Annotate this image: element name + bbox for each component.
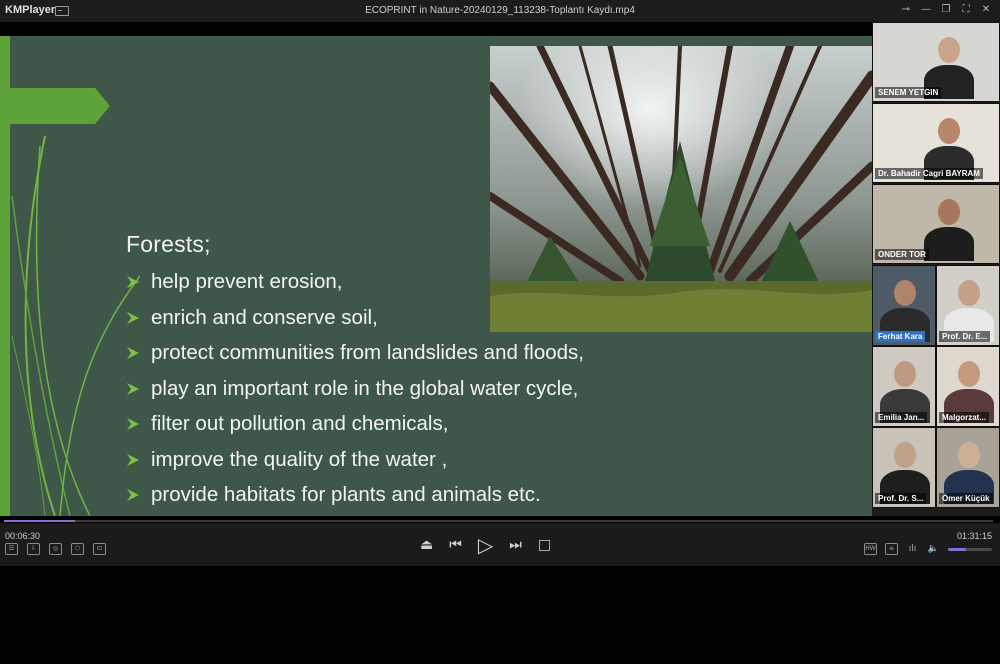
participant-tile[interactable]: SENEM YETGIN xyxy=(872,22,1000,102)
pin-icon[interactable]: ⊸ xyxy=(900,3,912,17)
restore-icon[interactable]: ❐ xyxy=(940,3,952,17)
arrow-bullet-icon xyxy=(127,276,139,288)
left-toolbar: ☰ ⇩ ◎ ⬡ ⊡ xyxy=(5,543,106,555)
bullet-text: enrich and conserve soil, xyxy=(151,305,378,329)
participant-tile[interactable]: Ferhat Kara xyxy=(872,265,936,346)
mini-player-icon[interactable] xyxy=(55,6,69,16)
control-bar: 00:06:30 01:31:15 ☰ ⇩ ◎ ⬡ ⊡ ⏏ ⏮ ▷ ⏭ □ HW ≡ ılı 🔈 xyxy=(0,523,1000,566)
right-toolbar: HW ≡ ılı 🔈 xyxy=(864,543,992,555)
arrow-bullet-icon xyxy=(127,382,139,395)
more-participants-peek xyxy=(872,510,1000,516)
playlist-icon[interactable]: ☰ xyxy=(5,543,18,555)
bullet-item: filter out pollution and chemicals, xyxy=(126,412,584,448)
close-icon[interactable]: ✕ xyxy=(980,3,992,17)
leaf-stroke-2 xyxy=(35,145,91,516)
play-button[interactable]: ▷ xyxy=(478,535,493,555)
seek-bar[interactable] xyxy=(4,520,993,522)
participant-tile[interactable]: Prof. Dr. S... xyxy=(872,427,936,508)
participant-name: Ömer Küçük xyxy=(939,493,993,504)
minimize-icon[interactable]: — xyxy=(920,3,932,17)
volume-icon[interactable]: 🔈 xyxy=(927,543,940,555)
stop-button[interactable]: □ xyxy=(538,535,551,555)
vr-icon[interactable]: ◎ xyxy=(49,543,62,555)
window-controls: ⊸ — ❐ ⛶ ✕ xyxy=(900,3,992,17)
participant-name: ONDER TOR xyxy=(875,249,929,260)
participant-tile[interactable]: ONDER TOR xyxy=(872,184,1000,264)
bullet-text: provide habitats for plants and animals … xyxy=(151,483,541,506)
arrow-bullet-icon xyxy=(127,489,139,501)
arrow-bullet-icon xyxy=(127,453,139,466)
forest-photo xyxy=(490,46,872,332)
equalizer-icon[interactable]: ılı xyxy=(906,543,919,555)
arrow-bullet-icon xyxy=(127,311,139,324)
file-title: ECOPRINT in Nature-20240129_113238-Topla… xyxy=(365,5,635,16)
fullscreen-icon[interactable]: ⛶ xyxy=(960,3,972,17)
title-bar: KMPlayer ECOPRINT in Nature-20240129_113… xyxy=(0,0,1000,22)
participant-tile[interactable]: Ömer Küçük xyxy=(936,427,1000,508)
participant-name: Prof. Dr. S... xyxy=(875,493,927,504)
participants-panel: SENEM YETGIN Dr. Bahadir Cagri BAYRAM ONDE… xyxy=(872,22,1000,516)
participant-name: Ferhat Kara xyxy=(875,331,926,342)
bullet-text: protect communities from landslides and … xyxy=(151,341,584,364)
seek-bar-fill xyxy=(4,520,76,522)
elapsed-time: 00:06:30 xyxy=(5,531,41,541)
download-icon[interactable]: ⇩ xyxy=(27,543,40,555)
transport-controls: ⏏ ⏮ ▷ ⏭ □ xyxy=(420,535,551,555)
3d-cube-icon[interactable]: ⬡ xyxy=(71,543,84,555)
bullet-text: help prevent erosion, xyxy=(151,270,343,293)
previous-button[interactable]: ⏮ xyxy=(449,535,462,555)
bullet-item: improve the quality of the water , xyxy=(126,448,584,484)
participant-name: Malgorzat... xyxy=(939,412,990,423)
arrow-bullet-icon xyxy=(127,418,139,430)
total-time: 01:31:15 xyxy=(956,531,992,541)
bullet-item: protect communities from landslides and … xyxy=(126,341,584,377)
green-arrow-banner xyxy=(10,88,110,124)
participant-name: Dr. Bahadir Cagri BAYRAM xyxy=(875,168,983,179)
bullet-text: improve the quality of the water , xyxy=(151,447,448,471)
participant-tile[interactable]: Malgorzat... xyxy=(936,346,1000,427)
bullet-item: play an important role in the global wat… xyxy=(126,377,584,413)
participant-tile[interactable]: Prof. Dr. E... xyxy=(936,265,1000,346)
video-area[interactable]: Forests; help prevent erosion, enrich and… xyxy=(0,22,1000,516)
volume-slider[interactable] xyxy=(948,547,992,551)
green-side-bar xyxy=(0,36,10,516)
hw-decoder-icon[interactable]: HW xyxy=(864,543,877,555)
volume-slider-fill xyxy=(948,547,966,551)
next-button[interactable]: ⏭ xyxy=(509,535,522,555)
arrow-bullet-icon xyxy=(127,347,139,359)
slide-decoration xyxy=(0,36,140,516)
participant-tile[interactable]: Dr. Bahadir Cagri BAYRAM xyxy=(872,103,1000,183)
bullet-text: play an important role in the global wat… xyxy=(151,376,579,400)
leaf-stroke-5 xyxy=(11,335,46,516)
app-name: KMPlayer xyxy=(5,4,56,16)
subtitle-icon[interactable]: ≡ xyxy=(885,543,898,555)
capture-icon[interactable]: ⊡ xyxy=(93,543,106,555)
participant-name: Emilia Jan... xyxy=(875,412,928,423)
participant-name: SENEM YETGIN xyxy=(875,87,942,98)
participant-tile[interactable]: Emilia Jan... xyxy=(872,346,936,427)
eject-button[interactable]: ⏏ xyxy=(420,535,433,555)
bullet-text: filter out pollution and chemicals, xyxy=(151,412,449,435)
participant-name: Prof. Dr. E... xyxy=(939,331,991,342)
bullet-item: provide habitats for plants and animals … xyxy=(126,483,584,516)
presentation-slide: Forests; help prevent erosion, enrich and… xyxy=(0,36,872,516)
